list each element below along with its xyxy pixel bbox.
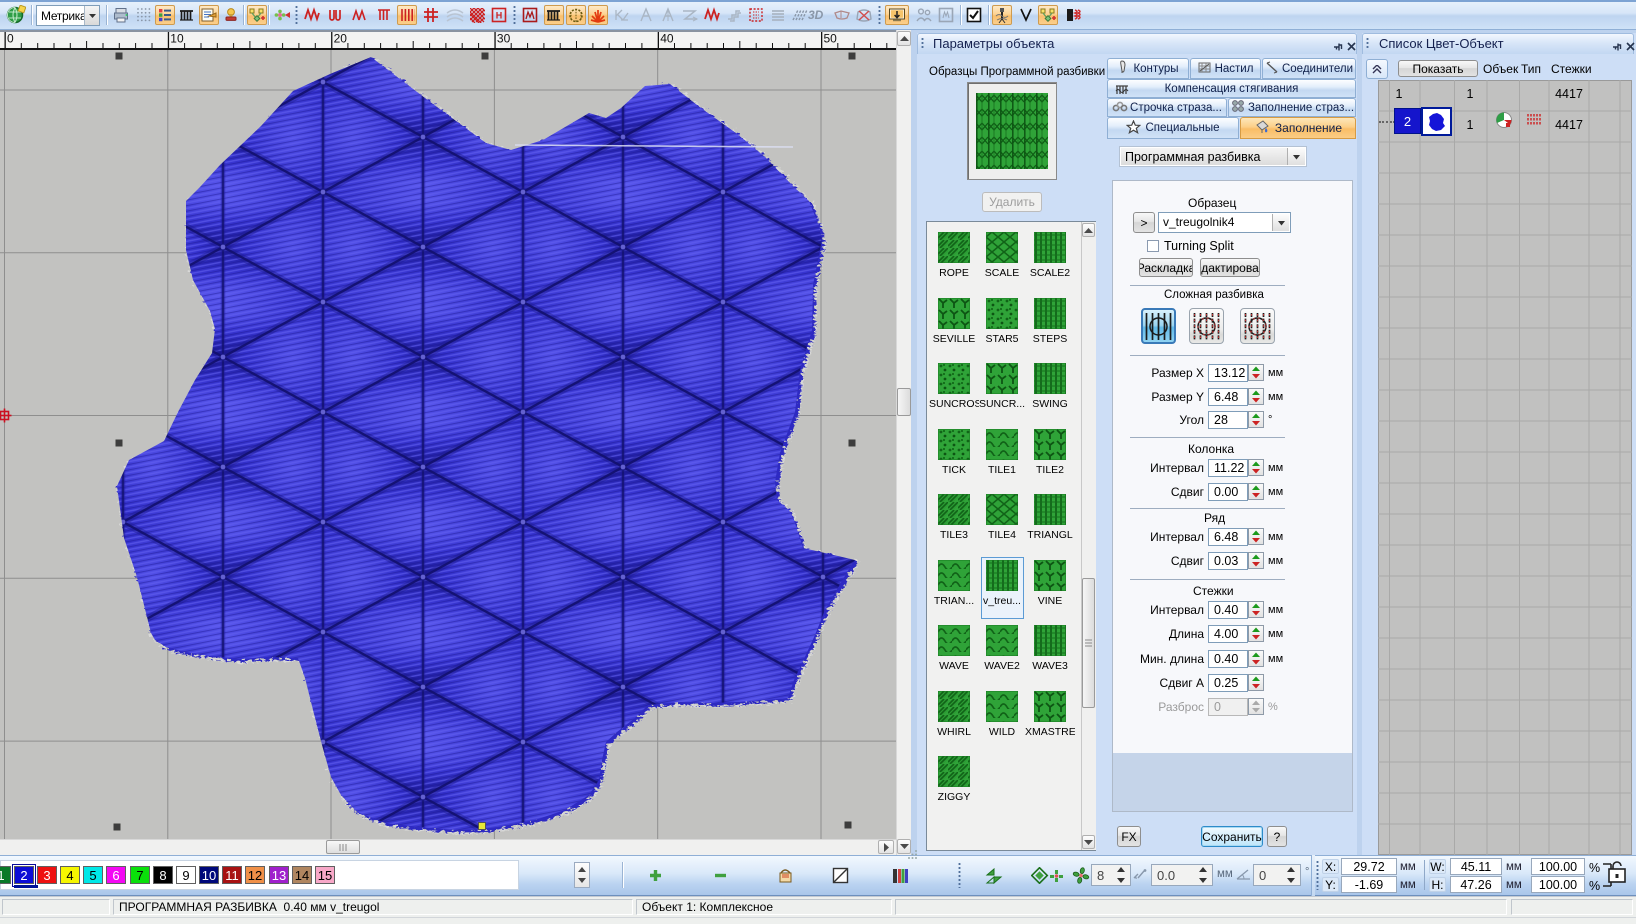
svg-text:H: H xyxy=(496,11,503,21)
svg-text:50: 50 xyxy=(824,32,838,46)
svg-text:0: 0 xyxy=(7,32,14,46)
svg-text:10: 10 xyxy=(170,32,184,46)
svg-text:40: 40 xyxy=(660,32,674,46)
svg-text:30: 30 xyxy=(497,32,511,46)
svg-text:20: 20 xyxy=(334,32,348,46)
